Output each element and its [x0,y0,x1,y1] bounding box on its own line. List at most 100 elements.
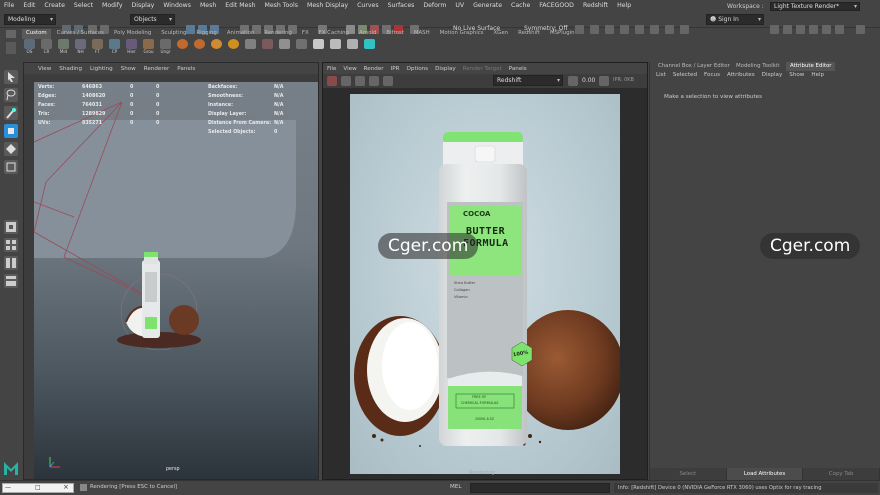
shelf-button[interactable]: Mid [56,39,71,57]
exposure-value[interactable]: 0.00 [582,77,595,84]
render-menu-options[interactable]: Options [407,66,429,72]
toggle-icon-8[interactable] [680,25,689,34]
toggle-panel-icon-4[interactable] [809,25,818,34]
shelf-tab-animation[interactable]: Animation [223,29,258,39]
toggle-panel-icon-7[interactable] [856,25,865,34]
tab-channel-box[interactable]: Channel Box / Layer Editor [654,62,734,71]
minimize-icon[interactable]: — [5,484,11,491]
signin-dropdown[interactable]: ☻ Sign In [706,14,764,25]
render-menu-ipr[interactable]: IPR [391,66,400,72]
render-menu-render-target[interactable]: Render Target [463,66,502,72]
menu-modify[interactable]: Modify [102,2,123,9]
copy-tab-button[interactable]: Copy Tab [803,468,880,480]
shelf-button[interactable]: Ungr [158,39,173,57]
shelf-tab-redshift[interactable]: Redshift [514,29,544,39]
menu-mesh[interactable]: Mesh [200,2,216,9]
shelf-button[interactable] [192,39,207,57]
shelf-button[interactable] [175,39,190,57]
shelf-button[interactable]: CP [107,39,122,57]
shelf-tab-poly-modeling[interactable]: Poly Modeling [110,29,155,39]
menu-mesh-tools[interactable]: Mesh Tools [265,2,299,9]
attr-menu-display[interactable]: Display [762,72,783,82]
toggle-panel-icon-1[interactable] [770,25,779,34]
toggle-icon-3[interactable] [605,25,614,34]
shelf-button[interactable] [277,39,292,57]
shelf-button[interactable] [243,39,258,57]
attr-menu-attributes[interactable]: Attributes [727,72,755,82]
rotate-tool-icon[interactable] [4,142,18,156]
menu-edit[interactable]: Edit [23,2,35,9]
shelf-button[interactable] [294,39,309,57]
menu-create[interactable]: Create [44,2,65,9]
render-menu-view[interactable]: View [343,66,356,72]
menu-deform[interactable]: Deform [423,2,446,9]
render-menu-render[interactable]: Render [364,66,384,72]
renderer-dropdown[interactable]: Redshift [493,75,563,86]
scale-tool-icon[interactable] [4,160,18,174]
shelf-button[interactable] [226,39,241,57]
shelf-tab-mash[interactable]: MASH [410,29,434,39]
shelf-tab-curves-surfaces[interactable]: Curves / Surfaces [53,29,108,39]
move-tool-icon[interactable] [4,124,18,138]
shelf-tab-sculpting[interactable]: Sculpting [157,29,190,39]
restore-icon[interactable]: □ [35,484,41,491]
exposure-icon[interactable] [568,76,578,86]
persp-viewport[interactable]: Verts: 646863 0 0 Edges: 1408620 0 0 Faces: 76403… [34,82,318,479]
menu-edit-mesh[interactable]: Edit Mesh [225,2,255,9]
mode-dropdown[interactable]: Modeling [4,14,56,25]
shelf-button[interactable]: CR [39,39,54,57]
command-line-input[interactable] [470,483,610,493]
shelf-tab-custom[interactable]: Custom [22,29,51,39]
shelf-button[interactable]: Hier [124,39,139,57]
menu-redshift[interactable]: Redshift [583,2,608,9]
render-menu-display[interactable]: Display [435,66,456,72]
shelf-button[interactable] [209,39,224,57]
render-icon[interactable] [327,76,337,86]
menu-windows[interactable]: Windows [163,2,191,9]
toggle-panel-icon-2[interactable] [783,25,792,34]
toggle-panel-icon-6[interactable] [835,25,844,34]
shelf-button[interactable] [328,39,343,57]
toggle-panel-icon-5[interactable] [822,25,831,34]
menu-file[interactable]: File [4,2,14,9]
shelf-tab-rendering[interactable]: Rendering [260,29,296,39]
shelf-button[interactable] [345,39,360,57]
menu-mesh-display[interactable]: Mesh Display [307,2,348,9]
shelf-button[interactable]: OS [22,39,37,57]
rgb-icon[interactable] [599,76,609,86]
select-button[interactable]: Select [650,468,727,480]
shelf-button[interactable] [311,39,326,57]
tab-modeling-toolkit[interactable]: Modeling Toolkit [732,62,783,71]
tab-attribute-editor[interactable]: Attribute Editor [786,62,836,71]
shelf-button[interactable]: FT [90,39,105,57]
command-language-label[interactable]: MEL [450,484,461,490]
viewport-menu-view[interactable]: View [38,66,51,72]
ipr-icon[interactable] [341,76,351,86]
shelf-settings-icon[interactable] [6,30,16,38]
shelf-button[interactable]: NH [73,39,88,57]
shelf-button[interactable]: Grou [141,39,156,57]
shelf-tab-msplugin[interactable]: MSPlugin [546,29,579,39]
viewport-menu-lighting[interactable]: Lighting [90,66,113,72]
viewport-menu-panels[interactable]: Panels [177,66,195,72]
lasso-tool-icon[interactable] [4,88,18,102]
stop-icon[interactable] [383,76,393,86]
shelf-button[interactable] [260,39,275,57]
refresh-icon[interactable] [369,76,379,86]
select-tool-icon[interactable] [4,70,18,84]
attr-menu-selected[interactable]: Selected [673,72,697,82]
workspace-dropdown[interactable]: Light Texture Render* [770,2,860,11]
toggle-icon-5[interactable] [635,25,644,34]
render-menu-file[interactable]: File [327,66,336,72]
snapshot-icon[interactable] [355,76,365,86]
shelf-tab-fx-caching[interactable]: FX Caching [315,29,353,39]
menu-uv[interactable]: UV [455,2,464,9]
mini-window[interactable]: — □ × [2,483,74,493]
load-attributes-button[interactable]: Load Attributes [726,468,804,480]
viewport-menu-show[interactable]: Show [121,66,136,72]
shelf-tab-xgen[interactable]: XGen [489,29,512,39]
attr-menu-list[interactable]: List [656,72,666,82]
toggle-icon-4[interactable] [620,25,629,34]
shelf-tab-arnold[interactable]: Arnold [355,29,380,39]
paint-select-icon[interactable] [4,106,18,120]
